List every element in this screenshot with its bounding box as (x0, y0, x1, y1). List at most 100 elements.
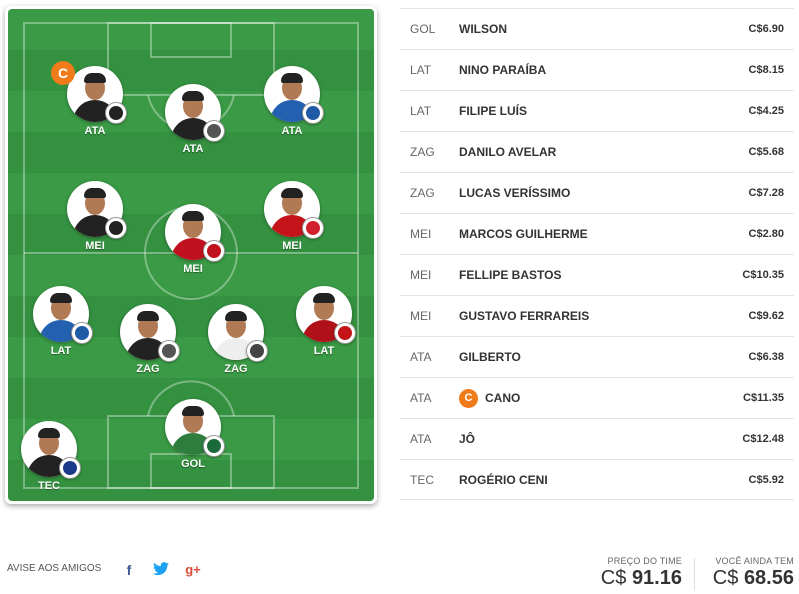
roster-player-name: FELLIPE BASTOS (459, 268, 562, 282)
roster-player-name: DANILO AVELAR (459, 145, 557, 159)
roster-player-name: GILBERTO (459, 350, 521, 364)
field-player[interactable]: ZAG (118, 304, 180, 375)
team-price-amount: C$ 91.16 (600, 567, 682, 589)
roster-price: C$12.48 (742, 433, 784, 445)
roster-row[interactable]: LAT FILIPE LUÍS C$4.25 (400, 90, 794, 131)
team-crest-icon (203, 435, 225, 457)
field-player[interactable]: GOL (163, 399, 225, 470)
roster-price: C$6.38 (748, 351, 784, 363)
roster-player-name: NINO PARAÍBA (459, 63, 547, 77)
roster-row[interactable]: MEI MARCOS GUILHERME C$2.80 (400, 213, 794, 254)
share-icons: f g+ (120, 562, 202, 578)
roster-position: ZAG (410, 186, 435, 200)
field-player[interactable]: TEC (19, 421, 81, 492)
player-position-label: GOL (181, 458, 205, 470)
roster-player-name: LUCAS VERÍSSIMO (459, 186, 571, 200)
field-player[interactable]: MEI (163, 204, 225, 275)
player-position-label: LAT (50, 345, 72, 357)
roster-table: GOL WILSON C$6.90 LAT NINO PARAÍBA C$8.15 LAT F… (400, 8, 794, 500)
google-plus-icon[interactable]: g+ (184, 562, 202, 578)
roster-player-name-cell: NINO PARAÍBA (459, 63, 714, 77)
player-position-label: MEI (282, 240, 302, 252)
player-position-label: MEI (85, 240, 105, 252)
field-player[interactable]: ATA C (51, 61, 127, 137)
roster-row[interactable]: TEC ROGÉRIO CENI C$5.92 (400, 459, 794, 500)
roster-row[interactable]: ZAG DANILO AVELAR C$5.68 (400, 131, 794, 172)
roster-position: ATA (410, 391, 432, 405)
team-crest-icon (203, 120, 225, 142)
roster-player-name-cell: FILIPE LUÍS (459, 104, 714, 118)
roster-player-name: ROGÉRIO CENI (459, 472, 548, 487)
roster-player-name: WILSON (459, 22, 507, 36)
field-player[interactable]: ATA (163, 84, 225, 155)
roster-row[interactable]: LAT NINO PARAÍBA C$8.15 (400, 49, 794, 90)
field-player[interactable]: MEI (262, 181, 324, 252)
roster-position: LAT (410, 63, 432, 77)
roster-player-name-cell: DANILO AVELAR (459, 145, 714, 159)
field-player[interactable]: ATA (262, 66, 324, 137)
roster-row[interactable]: ATA GILBERTO C$6.38 (400, 336, 794, 377)
player-position-label: ZAG (224, 363, 248, 375)
field-player[interactable]: LAT (294, 286, 356, 357)
share-label: AVISE AOS AMIGOS (7, 563, 102, 574)
field-player[interactable]: MEI (65, 181, 127, 252)
roster-price: C$7.28 (748, 187, 784, 199)
roster-row[interactable]: ATA JÔ C$12.48 (400, 418, 794, 459)
team-crest-icon (302, 217, 324, 239)
team-crest-icon (105, 217, 127, 239)
roster-player-name: JÔ (459, 432, 476, 446)
roster-price: C$5.92 (748, 473, 784, 486)
roster-player-name: GUSTAVO FERRAREIS (459, 309, 590, 323)
roster-price: C$11.35 (743, 392, 784, 404)
roster-position: MEI (410, 309, 432, 323)
field-card: ATA C ATA ATA MEI MEI MEI LAT ZAG ZAG LAT GOL TEC (5, 6, 377, 504)
roster-position: TEC (410, 472, 434, 487)
roster-player-name-cell: JÔ (459, 432, 714, 446)
team-crest-icon (302, 102, 324, 124)
roster-player-name: MARCOS GUILHERME (459, 227, 588, 241)
team-crest-icon (158, 340, 180, 362)
roster-player-name-cell: GILBERTO (459, 350, 714, 364)
lineup-page: ATA C ATA ATA MEI MEI MEI LAT ZAG ZAG LAT GOL TEC GO… (0, 0, 799, 594)
roster-player-name-cell: MARCOS GUILHERME (459, 227, 714, 241)
roster-price: C$8.15 (748, 64, 784, 76)
roster-position: ZAG (410, 145, 435, 159)
captain-badge-icon: C (51, 61, 75, 85)
roster-row[interactable]: ZAG LUCAS VERÍSSIMO C$7.28 (400, 172, 794, 213)
team-crest-icon (334, 322, 356, 344)
player-position-label: ATA (84, 125, 106, 137)
team-crest-icon (59, 457, 81, 479)
roster-row[interactable]: ATA C CANO C$11.35 (400, 377, 794, 418)
roster-player-name-cell: FELLIPE BASTOS (459, 268, 714, 282)
roster-position: MEI (410, 227, 432, 241)
facebook-icon[interactable]: f (120, 562, 138, 578)
player-position-label: TEC (38, 480, 60, 492)
roster-price: C$5.68 (748, 146, 784, 158)
roster-player-name-cell: ROGÉRIO CENI (459, 473, 714, 487)
roster-price: C$6.90 (748, 23, 784, 35)
team-crest-icon (203, 240, 225, 262)
remaining-label: VOCÊ AINDA TEM (715, 556, 794, 566)
field-player[interactable]: LAT (31, 286, 93, 357)
roster-position: LAT (410, 104, 432, 118)
team-crest-icon (105, 102, 127, 124)
roster-player-name: FILIPE LUÍS (459, 104, 528, 118)
player-position-label: ATA (182, 143, 204, 155)
roster-position: GOL (410, 22, 436, 36)
footer-divider (694, 558, 695, 590)
roster-position: ATA (410, 350, 432, 364)
roster-player-name: CANO (485, 391, 521, 405)
roster-player-name-cell: WILSON (459, 22, 714, 36)
field-player[interactable]: ZAG (206, 304, 268, 375)
captain-badge-icon: C (459, 388, 478, 408)
remaining-balance: VOCÊ AINDA TEM C$ 68.56 (700, 556, 794, 590)
roster-row[interactable]: GOL WILSON C$6.90 (400, 8, 794, 49)
roster-row[interactable]: MEI FELLIPE BASTOS C$10.35 (400, 254, 794, 295)
team-price: PREÇO DO TIME C$ 91.16 (590, 556, 682, 590)
roster-player-name-cell: GUSTAVO FERRAREIS (459, 309, 714, 323)
roster-player-name-cell: LUCAS VERÍSSIMO (459, 186, 714, 200)
twitter-icon[interactable] (152, 562, 170, 578)
roster-row[interactable]: MEI GUSTAVO FERRAREIS C$9.62 (400, 295, 794, 336)
player-position-label: LAT (313, 345, 335, 357)
team-crest-icon (71, 322, 93, 344)
